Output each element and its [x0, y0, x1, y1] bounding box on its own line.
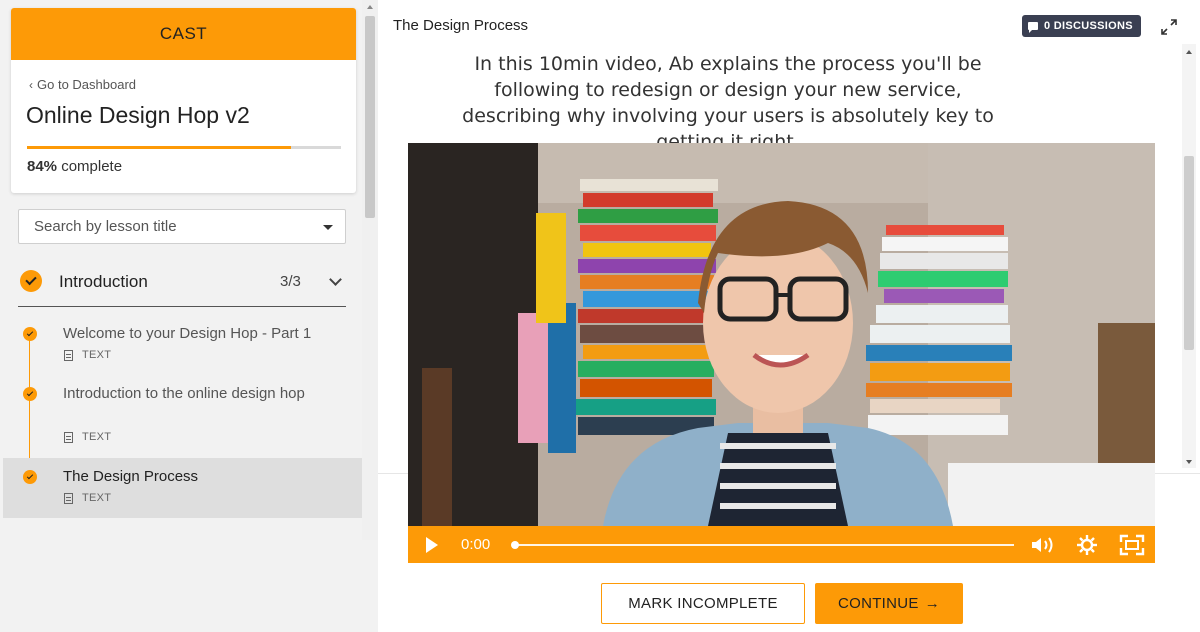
video-player[interactable]: 0:00 [408, 143, 1155, 563]
lesson-item-design-process[interactable]: The Design Process TEXT [3, 458, 362, 518]
chevron-left-icon: ‹ [29, 77, 33, 92]
content-scrollbar[interactable] [1182, 44, 1196, 468]
scroll-up-icon[interactable] [1186, 50, 1192, 54]
lesson-top-bar: The Design Process 0 DISCUSSIONS [378, 8, 1192, 44]
gear-icon[interactable] [1077, 535, 1097, 555]
lesson-type-label: TEXT [82, 431, 112, 443]
chat-icon [1028, 22, 1038, 33]
progress-value: 84% [27, 158, 58, 175]
expand-icon[interactable] [1160, 18, 1178, 36]
lesson-panel: The Design Process 0 DISCUSSIONS In this… [378, 0, 1200, 632]
brand-name: CAST [159, 24, 208, 43]
bookshelf-left [518, 179, 718, 453]
seek-handle[interactable] [511, 541, 519, 549]
continue-label: CONTINUE [837, 595, 919, 612]
lesson-intro-text: In this 10min video, Ab explains the pro… [462, 53, 994, 153]
document-icon [64, 492, 73, 504]
lesson-complete-icon [23, 470, 37, 484]
seek-bar[interactable] [514, 544, 1014, 546]
go-to-dashboard-link[interactable]: ‹ Go to Dashboard [29, 77, 136, 92]
scroll-up-icon[interactable] [367, 5, 373, 9]
discussions-button[interactable]: 0 DISCUSSIONS [1022, 15, 1141, 37]
lesson-type: TEXT [64, 431, 111, 443]
course-title: Online Design Hop v2 [26, 102, 250, 128]
section-title: Introduction [59, 272, 148, 291]
lesson-complete-icon [23, 387, 37, 401]
video-time: 0:00 [461, 536, 491, 553]
scroll-down-icon[interactable] [1186, 460, 1192, 464]
sidebar: CAST ‹ Go to Dashboard Online Design Hop… [0, 0, 378, 632]
brand-bar[interactable]: CAST [11, 8, 356, 60]
lesson-heading: The Design Process [393, 17, 529, 34]
lesson-title: Welcome to your Design Hop - Part 1 [63, 325, 312, 342]
lesson-type-label: TEXT [82, 492, 112, 504]
section-complete-icon [20, 270, 42, 292]
lesson-item-welcome[interactable]: Welcome to your Design Hop - Part 1 TEXT [3, 318, 362, 373]
progress-bar [27, 146, 341, 149]
caret-down-icon [323, 225, 333, 230]
course-card: CAST ‹ Go to Dashboard Online Design Hop… [11, 8, 356, 193]
continue-button[interactable]: CONTINUE → [815, 583, 963, 624]
search-placeholder: Search by lesson title [34, 218, 177, 235]
fullscreen-icon[interactable] [1119, 534, 1145, 556]
volume-icon[interactable] [1030, 536, 1056, 554]
lesson-type-label: TEXT [82, 349, 112, 361]
lesson-title: The Design Process [63, 468, 199, 485]
document-icon [64, 431, 73, 443]
lesson-complete-icon [23, 327, 37, 341]
bookshelf-right [866, 225, 1012, 435]
lesson-search-select[interactable]: Search by lesson title [18, 209, 346, 244]
lesson-type: TEXT [64, 349, 111, 361]
play-icon[interactable] [426, 537, 438, 553]
lesson-type: TEXT [64, 492, 111, 504]
mark-incomplete-button[interactable]: MARK INCOMPLETE [601, 583, 805, 624]
discussions-label: 0 DISCUSSIONS [1044, 20, 1133, 32]
section-count: 3/3 [280, 273, 301, 290]
arrow-right-icon: → [924, 595, 941, 612]
lesson-item-intro-online[interactable]: Introduction to the online design hop TE… [3, 378, 362, 456]
progress-fill [27, 146, 291, 149]
section-header-introduction[interactable]: Introduction 3/3 [18, 264, 346, 307]
progress-text: 84% complete [27, 158, 122, 175]
document-icon [64, 349, 73, 361]
lesson-title: Introduction to the online design hop [63, 385, 305, 402]
scrollbar-thumb[interactable] [1184, 156, 1194, 350]
progress-suffix: complete [61, 158, 123, 175]
video-frame [408, 143, 1155, 563]
chevron-down-icon[interactable] [329, 273, 342, 286]
back-link-label: Go to Dashboard [37, 77, 137, 92]
sidebar-scrollbar[interactable] [362, 0, 378, 540]
mark-incomplete-label: MARK INCOMPLETE [628, 595, 778, 612]
video-controls: 0:00 [408, 526, 1155, 563]
lesson-footer: MARK INCOMPLETE CONTINUE → [378, 564, 1200, 632]
scrollbar-thumb[interactable] [365, 16, 375, 218]
